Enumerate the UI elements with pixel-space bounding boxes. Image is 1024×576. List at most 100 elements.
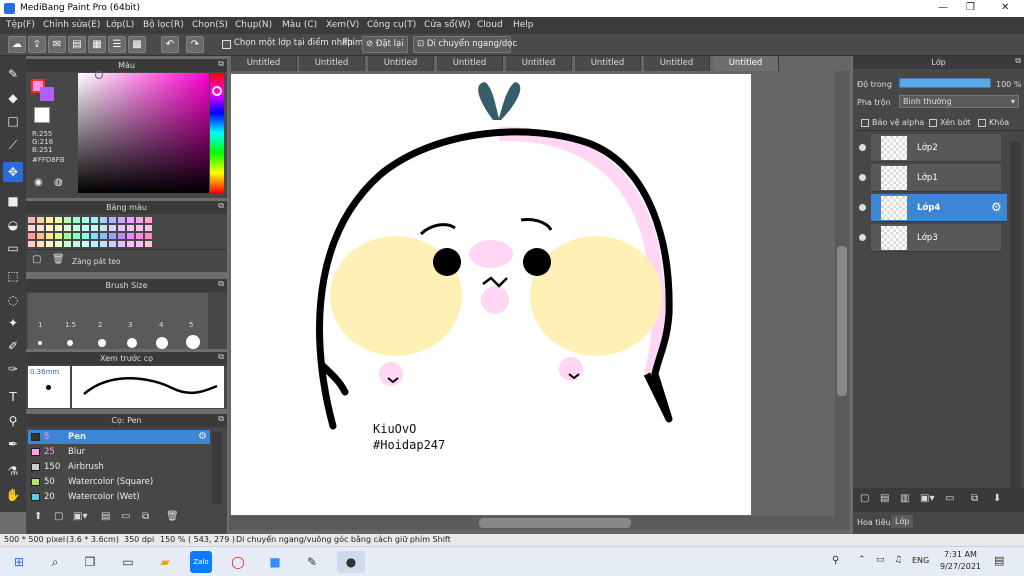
palette-swatch[interactable] bbox=[145, 241, 152, 247]
gradient-tool-icon[interactable]: ▭ bbox=[3, 238, 23, 258]
menu-edit[interactable]: Chỉnh sửa(E) bbox=[43, 20, 100, 30]
menu-cloud[interactable]: Cloud bbox=[477, 20, 503, 30]
palette-swatch[interactable] bbox=[109, 233, 116, 239]
palette-swatch[interactable] bbox=[73, 225, 80, 231]
saturation-value-picker[interactable] bbox=[78, 73, 209, 193]
menu-window[interactable]: Cửa sổ(W) bbox=[424, 20, 470, 30]
palette-swatch[interactable] bbox=[109, 241, 116, 247]
transparent-color[interactable] bbox=[34, 107, 50, 123]
select-tool-icon[interactable]: ⬚ bbox=[3, 266, 23, 286]
undo-icon[interactable]: ↶ bbox=[161, 36, 179, 53]
new-palette-icon[interactable]: ▢ bbox=[32, 254, 41, 265]
menu-tools[interactable]: Công cụ(T) bbox=[367, 20, 416, 30]
clock-time[interactable]: 7:31 AM bbox=[944, 550, 977, 559]
people-icon[interactable]: ⚲ bbox=[832, 555, 839, 566]
maximize-icon[interactable]: ⧉ bbox=[1015, 56, 1021, 66]
palette-swatch[interactable] bbox=[118, 217, 125, 223]
lock-checkbox[interactable] bbox=[978, 119, 986, 127]
chevron-up-icon[interactable]: ⌃ bbox=[858, 555, 866, 565]
operation-tool-icon[interactable]: ⚲ bbox=[3, 411, 23, 431]
palette-swatch[interactable] bbox=[118, 233, 125, 239]
maximize-icon[interactable]: ⧉ bbox=[218, 201, 224, 211]
palette-swatch[interactable] bbox=[37, 233, 44, 239]
horizontal-scrollbar[interactable] bbox=[229, 516, 849, 530]
palette-swatch[interactable] bbox=[136, 233, 143, 239]
palette-swatch[interactable] bbox=[64, 225, 71, 231]
select-layer-checkbox[interactable] bbox=[222, 40, 231, 49]
palette-swatch[interactable] bbox=[82, 241, 89, 247]
list-icon[interactable]: ☰ bbox=[108, 36, 126, 53]
palette-swatch[interactable] bbox=[109, 217, 116, 223]
layer-scrollbar[interactable] bbox=[1010, 142, 1021, 488]
palette-swatch[interactable] bbox=[100, 241, 107, 247]
rect-tool-icon[interactable]: □ bbox=[3, 111, 23, 131]
palette-swatch[interactable] bbox=[28, 217, 35, 223]
palette-swatch[interactable] bbox=[82, 225, 89, 231]
move-tool-icon[interactable]: ✥ bbox=[3, 162, 23, 182]
speaker-icon[interactable]: ♫ bbox=[894, 555, 902, 565]
text-tool-icon[interactable]: T bbox=[3, 387, 23, 407]
menu-select[interactable]: Chọn(S) bbox=[192, 20, 228, 30]
visibility-eye-icon[interactable] bbox=[859, 234, 866, 241]
zalo-icon[interactable]: Zalo bbox=[190, 551, 212, 573]
palette-swatch[interactable] bbox=[136, 225, 143, 231]
tab-untitled-2[interactable]: Untitled bbox=[299, 56, 365, 71]
palette-swatch[interactable] bbox=[37, 225, 44, 231]
palette-swatch[interactable] bbox=[145, 225, 152, 231]
palette-swatch[interactable] bbox=[136, 217, 143, 223]
color-set-icon[interactable]: ◍ bbox=[54, 177, 68, 189]
add-brush-icon[interactable]: ⬆ bbox=[34, 511, 42, 522]
palette-swatch[interactable] bbox=[127, 233, 134, 239]
menu-color[interactable]: Màu (C) bbox=[282, 20, 317, 30]
delete-brush-icon[interactable]: 🗑 bbox=[166, 511, 179, 522]
brush-item-watercolor-square[interactable]: 50 Watercolor (Square) bbox=[28, 475, 210, 489]
palette-swatch[interactable] bbox=[55, 233, 62, 239]
picker-cursor[interactable] bbox=[95, 71, 103, 79]
tab-untitled-8[interactable]: Untitled bbox=[713, 56, 779, 71]
opacity-slider[interactable] bbox=[899, 78, 991, 88]
palette-swatch[interactable] bbox=[73, 233, 80, 239]
line-tool-icon[interactable]: ⟋ bbox=[3, 135, 23, 155]
palette-swatch[interactable] bbox=[46, 217, 53, 223]
palette-swatch[interactable] bbox=[46, 241, 53, 247]
palette-swatch[interactable] bbox=[46, 225, 53, 231]
hue-cursor[interactable] bbox=[212, 86, 222, 96]
palette-swatch[interactable] bbox=[28, 233, 35, 239]
document-icon[interactable]: ▦ bbox=[88, 36, 106, 53]
maximize-icon[interactable]: ❐ bbox=[966, 2, 975, 13]
palette-swatch[interactable] bbox=[91, 233, 98, 239]
maximize-icon[interactable]: ⧉ bbox=[218, 279, 224, 289]
palette-swatch[interactable] bbox=[73, 241, 80, 247]
brush-item-watercolor-wet[interactable]: 20 Watercolor (Wet) bbox=[28, 490, 210, 504]
clock-date[interactable]: 9/27/2021 bbox=[940, 562, 981, 571]
size-2[interactable]: 2 bbox=[98, 321, 102, 329]
brush-tool-icon[interactable]: ✎ bbox=[3, 64, 23, 84]
select-pen-icon[interactable]: ✐ bbox=[3, 336, 23, 356]
minimize-icon[interactable]: — bbox=[938, 2, 948, 13]
grid-icon[interactable]: ▩ bbox=[128, 36, 146, 53]
palette-swatch[interactable] bbox=[64, 233, 71, 239]
palette-swatch[interactable] bbox=[100, 225, 107, 231]
palette-swatch[interactable] bbox=[127, 241, 134, 247]
gear-icon[interactable]: ⚙ bbox=[198, 431, 207, 442]
palette-swatch[interactable] bbox=[37, 217, 44, 223]
maximize-icon[interactable]: ⧉ bbox=[218, 352, 224, 362]
windows-start-icon[interactable]: ⊞ bbox=[8, 551, 30, 573]
blend-select[interactable]: Bình thường ▾ bbox=[899, 95, 1019, 108]
palette-swatch[interactable] bbox=[118, 241, 125, 247]
maximize-icon[interactable]: ⧉ bbox=[218, 59, 224, 69]
palette-swatch[interactable] bbox=[82, 233, 89, 239]
palette-swatch[interactable] bbox=[109, 225, 116, 231]
size-3[interactable]: 3 bbox=[128, 321, 132, 329]
background-color[interactable] bbox=[40, 87, 54, 101]
palette-swatch[interactable] bbox=[64, 217, 71, 223]
close-icon[interactable]: ✕ bbox=[1001, 2, 1009, 13]
scroll-thumb[interactable] bbox=[479, 518, 631, 528]
palette-swatch[interactable] bbox=[28, 225, 35, 231]
palette-swatch[interactable] bbox=[37, 241, 44, 247]
menu-filter[interactable]: Bộ lọc(R) bbox=[143, 20, 184, 30]
palette-swatch[interactable] bbox=[100, 217, 107, 223]
vertical-scrollbar[interactable] bbox=[835, 71, 849, 516]
folder-icon[interactable]: ▭ bbox=[945, 493, 954, 504]
dropper-tool-icon[interactable]: ✒ bbox=[3, 434, 23, 454]
